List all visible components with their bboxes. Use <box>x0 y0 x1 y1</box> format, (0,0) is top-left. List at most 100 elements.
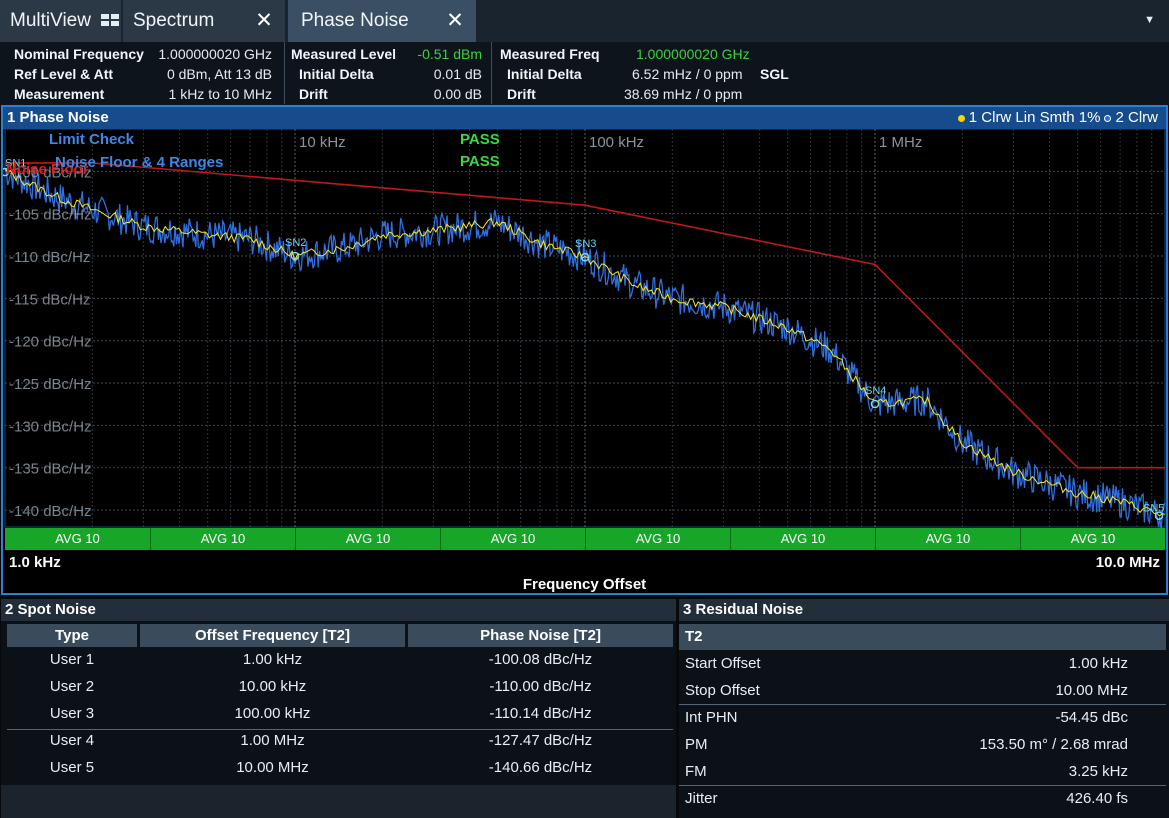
residual-value: 426.40 fs <box>1066 790 1128 807</box>
residual-label: Start Offset <box>685 655 761 672</box>
tab-bar: MultiView Spectrum ✕ Phase Noise ✕ ▼ <box>0 0 1169 42</box>
column-header-offset-frequency: Offset Frequency [T2] <box>140 624 405 647</box>
close-icon[interactable]: ✕ <box>253 8 275 33</box>
tab-phase-noise[interactable]: Phase Noise ✕ <box>288 0 476 42</box>
x-tick-label: 10 kHz <box>299 134 346 151</box>
avg-count-label: AVG 10 <box>295 528 440 550</box>
marker-label: SN4 <box>865 385 886 397</box>
nominal-frequency-value: 1.000000020 GHz <box>158 46 272 62</box>
x-tick-label: 100 kHz <box>589 134 644 151</box>
initial-delta-level-label: Initial Delta <box>299 66 374 82</box>
residual-label: Stop Offset <box>685 682 760 699</box>
spot-offset-cell: 10.00 MHz <box>236 759 309 776</box>
trace2-legend-label: 2 Clrw <box>1115 109 1158 126</box>
y-tick-label: -115 dBc/Hz <box>9 291 90 308</box>
tab-spectrum[interactable]: Spectrum ✕ <box>123 0 285 42</box>
measurement-label: Measurement <box>14 86 105 102</box>
phase-noise-diagram[interactable]: 1 Phase Noise 1 Clrw Lin Smth 1% 2 Clrw S… <box>1 105 1168 595</box>
residual-noise-panel: 3 Residual Noise T2 Start Offset 1.00 kHz… <box>679 599 1169 818</box>
residual-value: -54.45 dBc <box>1055 709 1128 726</box>
residual-row: Jitter 426.40 fs <box>679 785 1166 812</box>
avg-count-label: AVG 10 <box>55 531 100 546</box>
ref-level-att-label: Ref Level & Att <box>14 66 114 82</box>
drift-level-value: 0.00 dB <box>433 86 482 102</box>
spot-offset-cell: 1.00 MHz <box>240 732 305 749</box>
avg-count-label: AVG 10 <box>585 528 730 550</box>
initial-delta-freq-label: Initial Delta <box>507 66 582 82</box>
tab-phase-noise-label: Phase Noise <box>301 10 409 31</box>
residual-row: Stop Offset 10.00 MHz <box>679 677 1166 704</box>
close-icon[interactable]: ✕ <box>444 8 466 33</box>
marker-label: SN3 <box>575 238 596 250</box>
y-tick-label: -140 dBc/Hz <box>9 503 92 520</box>
residual-label: Jitter <box>685 790 718 807</box>
residual-row: PM 153.50 m° / 2.68 mrad <box>679 731 1166 758</box>
y-tick-label: -110 dBc/Hz <box>9 249 90 266</box>
residual-noise-title: 3 Residual Noise <box>679 599 1169 621</box>
sweep-mode-badge: SGL <box>760 66 789 82</box>
tab-multiview[interactable]: MultiView <box>0 0 121 42</box>
residual-label: PM <box>685 736 708 753</box>
limit-check-title: Limit Check <box>49 131 135 148</box>
trace1-legend-label: 1 Clrw Lin Smth 1% <box>968 109 1101 126</box>
phase-noise-plot[interactable]: SN1SN2 SN3SN4SN5 -100 dBc/Hz-105 dBc/Hz-1… <box>3 129 1166 529</box>
avg-count-label: AVG 10 <box>440 528 585 550</box>
residual-noise-trace-header: T2 <box>679 624 1166 650</box>
nominal-frequency-label: Nominal Frequency <box>14 46 144 62</box>
measurement-value: 1 kHz to 10 MHz <box>168 86 272 102</box>
spot-offset-cell: 10.00 kHz <box>238 678 307 695</box>
avg-count-label: AVG 10 <box>1020 528 1165 550</box>
spot-type-cell: User 5 <box>49 759 95 776</box>
tab-multiview-label: MultiView <box>10 10 91 31</box>
measured-level-value: -0.51 dBm <box>417 46 482 62</box>
measurement-info-header: Nominal Frequency 1.000000020 GHz Ref Le… <box>0 42 1169 105</box>
spot-offset-cell: 1.00 kHz <box>242 651 303 668</box>
x-axis-label: Frequency Offset <box>522 576 647 593</box>
y-tick-label: -130 dBc/Hz <box>9 418 92 435</box>
y-tick-label: -120 dBc/Hz <box>9 334 92 351</box>
spot-offset-cell: 100.00 kHz <box>234 705 311 722</box>
drift-freq-label: Drift <box>507 86 536 102</box>
spot-type-cell: User 3 <box>49 705 95 722</box>
trace2-dot-icon <box>1104 114 1112 122</box>
measured-freq-value: 1.000000020 GHz <box>636 46 750 62</box>
marker-label: SN2 <box>285 237 306 249</box>
diagram-title: 1 Phase Noise <box>7 109 109 126</box>
column-header-type: Type <box>7 624 137 647</box>
initial-delta-level-value: 0.01 dB <box>433 66 482 82</box>
info-group-freq-measure: Measured Freq 1.000000020 GHz Initial De… <box>492 44 812 104</box>
avg-count-label: AVG 10 <box>730 528 875 550</box>
avg-count-label: AVG 10 <box>875 528 1020 550</box>
spot-phase-noise-cell: -110.00 dBc/Hz <box>489 678 592 695</box>
limit-result-pass: PASS <box>460 153 500 170</box>
diagram-title-bar: 1 Phase Noise 1 Clrw Lin Smth 1% 2 Clrw <box>3 107 1166 129</box>
averaging-status-bar: AVG 10 AVG 10 AVG 10 AVG 10 AVG 10 AVG 10 AVG … <box>5 528 1165 550</box>
limit-name-noise-floor-ranges: Noise Floor & 4 Ranges <box>55 154 223 171</box>
measured-freq-label: Measured Freq <box>500 46 600 62</box>
spot-noise-title: 2 Spot Noise <box>1 599 676 621</box>
spot-type-cell: User 4 <box>49 732 95 749</box>
column-header-phase-noise: Phase Noise [T2] <box>408 624 673 647</box>
multiview-grid-icon <box>100 14 121 28</box>
initial-delta-freq-value: 6.52 mHz / 0 ppm <box>632 66 743 82</box>
y-tick-label: -125 dBc/Hz <box>9 376 92 393</box>
info-group-frequency: Nominal Frequency 1.000000020 GHz Ref Le… <box>0 44 282 104</box>
residual-value: 3.25 kHz <box>1068 763 1128 780</box>
trace-legend: 1 Clrw Lin Smth 1% 2 Clrw <box>957 109 1158 126</box>
y-tick-label: -105 dBc/Hz <box>9 207 92 224</box>
trace1-dot-icon <box>957 114 965 122</box>
residual-label: Int PHN <box>685 709 738 726</box>
spot-noise-panel: 2 Spot Noise Type Offset Frequency [T2] … <box>1 599 676 818</box>
chevron-down-icon[interactable]: ▼ <box>1144 14 1155 26</box>
drift-freq-value: 38.69 mHz / 0 ppm <box>624 86 743 102</box>
spot-type-cell: User 1 <box>49 651 95 668</box>
measured-level-label: Measured Level <box>291 46 397 62</box>
info-group-level: Measured Level -0.51 dBm Initial Delta 0… <box>285 44 490 104</box>
spot-noise-footer <box>1 785 676 818</box>
limit-result-pass: PASS <box>460 131 500 148</box>
ref-level-att-value: 0 dBm, Att 13 dB <box>166 66 272 82</box>
residual-row: Int PHN -54.45 dBc <box>679 704 1166 731</box>
residual-value: 10.00 MHz <box>1055 682 1128 699</box>
marker-label: SN5 <box>1143 503 1164 515</box>
spot-phase-noise-cell: -110.14 dBc/Hz <box>489 705 592 722</box>
